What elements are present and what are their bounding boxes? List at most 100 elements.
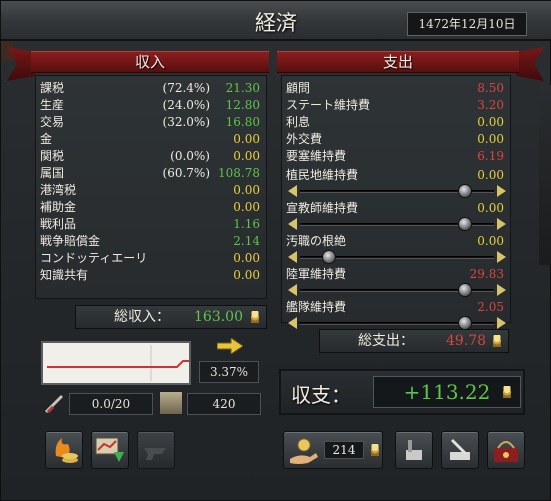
expense-header: 支出	[277, 51, 519, 73]
income-row: コンドッティエーリ 0.00	[40, 250, 264, 266]
loan-amount: 214	[324, 441, 364, 459]
loans-icon	[43, 393, 65, 415]
increase-arrow-icon[interactable]	[497, 251, 506, 263]
income-row: 属国 (60.7%) 108.78	[40, 165, 264, 181]
decrease-arrow-icon[interactable]	[288, 284, 297, 296]
balance-label: 収支：	[291, 383, 351, 407]
total-income-value: 163.00	[194, 309, 243, 325]
income-row-label: 港湾税	[40, 183, 77, 197]
treasury-value: 420	[187, 393, 261, 415]
expense-row-value: 0.00	[477, 234, 504, 248]
treasury-icon	[159, 391, 183, 415]
income-row-label: 関税	[40, 149, 65, 163]
slider-knob[interactable]	[458, 283, 473, 297]
increase-arrow-icon[interactable]	[497, 284, 506, 296]
expense-row-value: 0.00	[477, 115, 504, 129]
expense-slider-row: 艦隊維持費 2.05	[286, 299, 508, 315]
income-history-graph[interactable]	[41, 341, 191, 385]
fire-coins-icon	[55, 438, 78, 463]
expense-row-label: 陸軍維持費	[286, 267, 347, 281]
expense-row: 利息 0.00	[286, 114, 508, 130]
income-row: 交易 (32.0%) 16.80	[40, 114, 264, 130]
increase-arrow-icon[interactable]	[497, 317, 506, 329]
income-row-value: 21.30	[225, 81, 260, 95]
income-row-label: 課税	[40, 81, 65, 95]
expense-slider[interactable]	[286, 316, 508, 330]
anvil-icon	[144, 448, 166, 460]
reduce-inflation-button[interactable]	[91, 431, 129, 469]
income-row-value: 0.00	[233, 149, 260, 163]
income-header: 収入	[31, 51, 269, 73]
income-row-value: 12.80	[225, 98, 260, 112]
side-decoration	[539, 85, 551, 265]
tools-icon	[450, 438, 470, 460]
coin-stack-icon	[406, 440, 422, 460]
balance-box: 収支： +113.22	[279, 369, 525, 415]
income-row: 生産 (24.0%) 12.80	[40, 97, 264, 113]
expense-row-label: 利息	[286, 115, 311, 129]
income-row-label: 交易	[40, 115, 65, 129]
income-row-label: 補助金	[40, 200, 77, 214]
income-row-value: 0.00	[233, 251, 260, 265]
income-row: 戦争賠償金 2.14	[40, 233, 264, 249]
expense-row-value: 0.00	[477, 201, 504, 215]
gold-coins-icon	[368, 444, 382, 456]
decrease-arrow-icon[interactable]	[288, 218, 297, 230]
total-income-box: 総収入： 163.00	[75, 305, 267, 329]
slider-knob[interactable]	[321, 250, 336, 264]
expense-row-label: ステート維持費	[286, 98, 371, 112]
expense-row-label: 宣教師維持費	[286, 201, 359, 215]
expense-row: 要塞維持費 6.19	[286, 148, 508, 164]
loans-value: 0.0/20	[69, 393, 153, 415]
decrease-arrow-icon[interactable]	[288, 185, 297, 197]
income-row: 課税 (72.4%) 21.30	[40, 80, 264, 96]
total-expense-label: 総支出：	[358, 333, 414, 349]
income-row-value: 1.16	[233, 217, 260, 231]
income-row: 港湾税 0.00	[40, 182, 264, 198]
income-row: 知識共有 0.00	[40, 267, 264, 283]
inflation-value: 3.37%	[199, 361, 259, 383]
repay-loan-button[interactable]	[395, 431, 433, 469]
expense-row-label: 外交費	[286, 132, 323, 146]
income-row-value: 2.14	[233, 234, 260, 248]
expense-slider[interactable]	[286, 184, 508, 198]
expense-row-value: 0.00	[477, 132, 504, 146]
income-row-label: 知識共有	[40, 268, 89, 282]
expense-slider-row: 陸軍維持費 29.83	[286, 266, 508, 282]
increase-arrow-icon[interactable]	[497, 185, 506, 197]
expense-row: 外交費 0.00	[286, 131, 508, 147]
income-row: 戦利品 1.16	[40, 216, 264, 232]
slider-knob[interactable]	[458, 316, 473, 330]
income-row-value: 16.80	[225, 115, 260, 129]
burn-money-button[interactable]	[45, 431, 83, 469]
expense-row-value: 8.50	[477, 81, 504, 95]
expense-slider[interactable]	[286, 283, 508, 297]
expense-slider[interactable]	[286, 250, 508, 264]
mint-button[interactable]	[137, 431, 175, 469]
expense-slider-row: 宣教師維持費 0.00	[286, 200, 508, 216]
hand-coins-icon	[290, 438, 318, 464]
slider-knob[interactable]	[458, 217, 473, 231]
expense-row-label: 顧問	[286, 81, 311, 95]
expense-row-value: 2.05	[477, 300, 504, 314]
expense-slider-row: 植民地維持費 0.00	[286, 167, 508, 183]
war-taxes-button[interactable]	[487, 431, 525, 469]
take-loan-button[interactable]: 214	[283, 431, 383, 469]
date-display: 1472年12月10日	[407, 12, 527, 36]
slider-knob[interactable]	[458, 184, 473, 198]
balance-value: +113.22	[403, 380, 491, 404]
income-row-label: 生産	[40, 98, 65, 112]
hire-mercenaries-button[interactable]	[441, 431, 479, 469]
decrease-arrow-icon[interactable]	[288, 251, 297, 263]
income-row-label: 戦争賠償金	[40, 234, 101, 248]
expense-slider[interactable]	[286, 217, 508, 231]
income-row: 金 0.00	[40, 131, 264, 147]
increase-arrow-icon[interactable]	[497, 218, 506, 230]
income-row-value: 0.00	[233, 200, 260, 214]
expense-panel: 顧問 8.50 ステート維持費 3.20 利息 0.00 外交費 0.00 要塞維持費 6.19 植…	[281, 75, 511, 330]
income-row-value: 0.00	[233, 132, 260, 146]
total-expense-box: 総支出： 49.78	[319, 329, 509, 353]
balance-value-box: +113.22	[373, 376, 521, 408]
down-chart-icon	[95, 437, 124, 462]
decrease-arrow-icon[interactable]	[288, 317, 297, 329]
